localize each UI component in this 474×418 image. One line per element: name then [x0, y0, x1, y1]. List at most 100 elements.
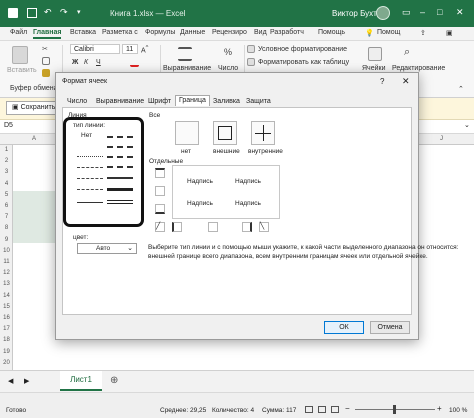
normal-view-icon[interactable]: [305, 406, 313, 413]
row-header[interactable]: 14: [0, 293, 13, 299]
border-bottom-button[interactable]: [155, 204, 165, 214]
border-top-button[interactable]: [155, 168, 165, 178]
paste-button[interactable]: Вставить: [7, 67, 37, 74]
column-header[interactable]: J: [440, 136, 443, 142]
save-icon[interactable]: [27, 8, 37, 18]
tab-insert[interactable]: Вставка: [70, 29, 96, 36]
number-format-icon[interactable]: %: [224, 47, 238, 61]
row-header[interactable]: 19: [0, 349, 13, 355]
row-header[interactable]: 11: [0, 259, 13, 265]
underline-button[interactable]: Ч: [96, 59, 101, 66]
format-as-table-button[interactable]: Форматировать как таблицу: [258, 59, 349, 66]
row-header[interactable]: 12: [0, 270, 13, 276]
tab-data[interactable]: Данные: [180, 29, 205, 36]
preset-outline-button[interactable]: [213, 121, 237, 145]
ok-button[interactable]: ОК: [324, 321, 364, 334]
next-sheet-icon[interactable]: ▶: [24, 377, 29, 385]
cut-icon[interactable]: ✂: [42, 45, 50, 53]
page-break-view-icon[interactable]: [331, 406, 339, 413]
preset-none-button[interactable]: [175, 121, 199, 145]
collapse-ribbon-icon[interactable]: ⌃: [458, 85, 464, 93]
row-header[interactable]: 20: [0, 360, 13, 366]
bold-button[interactable]: Ж: [72, 59, 78, 66]
sheet-tab[interactable]: Лист1: [60, 371, 102, 391]
cells-icon[interactable]: [368, 47, 382, 61]
maximize-icon[interactable]: □: [437, 7, 442, 17]
preset-inside-button[interactable]: [251, 121, 275, 145]
page-layout-view-icon[interactable]: [318, 406, 326, 413]
ribbon-display-icon[interactable]: ▭: [402, 7, 411, 18]
font-size-select[interactable]: 11: [122, 44, 138, 54]
zoom-in-icon[interactable]: +: [437, 404, 442, 413]
border-inside-horizontal-button[interactable]: [155, 186, 165, 196]
border-inside-vertical-button[interactable]: [208, 222, 218, 232]
row-header[interactable]: 7: [0, 214, 13, 220]
tab-home[interactable]: Главная: [33, 29, 62, 39]
italic-button[interactable]: К: [84, 59, 88, 66]
search-icon[interactable]: ⌕: [404, 46, 418, 60]
paste-icon[interactable]: [12, 46, 28, 64]
alignment-icon[interactable]: [178, 47, 192, 61]
undo-icon[interactable]: ↶: [44, 7, 54, 17]
editing-button[interactable]: Редактирование: [392, 65, 445, 72]
tab-alignment[interactable]: Выравнивание: [96, 98, 144, 105]
tab-fill[interactable]: Заливка: [213, 98, 240, 105]
tab-number[interactable]: Число: [67, 98, 87, 105]
copy-icon[interactable]: [42, 57, 50, 65]
share-icon[interactable]: ⇪: [420, 29, 426, 37]
tab-help-search[interactable]: Помощ: [377, 29, 400, 36]
border-left-button[interactable]: [172, 222, 182, 232]
border-diagonal-up-button[interactable]: ╱: [155, 222, 165, 232]
tab-help[interactable]: Помощь: [318, 29, 345, 36]
name-box[interactable]: D5: [4, 122, 13, 129]
quick-access-menu-icon[interactable]: ▾: [77, 8, 87, 18]
tab-border[interactable]: Граница: [175, 95, 210, 106]
zoom-out-icon[interactable]: −: [345, 404, 350, 413]
row-header[interactable]: 15: [0, 304, 13, 310]
border-right-button[interactable]: [242, 222, 252, 232]
comments-icon[interactable]: ▣: [446, 29, 453, 37]
minimize-icon[interactable]: –: [420, 7, 425, 17]
border-preview[interactable]: Надпись Надпись Надпись Надпись: [172, 165, 280, 219]
row-header[interactable]: 9: [0, 237, 13, 243]
column-header[interactable]: A: [32, 136, 36, 142]
row-header[interactable]: 13: [0, 281, 13, 287]
cancel-button[interactable]: Отмена: [370, 321, 410, 334]
row-header[interactable]: 18: [0, 337, 13, 343]
avatar[interactable]: [376, 6, 390, 20]
tab-font[interactable]: Шрифт: [148, 98, 171, 105]
line-color-select[interactable]: Авто ⌄: [77, 243, 137, 254]
font-name-select[interactable]: Calibri: [70, 44, 120, 54]
number-button[interactable]: Число: [218, 65, 238, 72]
row-header[interactable]: 5: [0, 192, 13, 198]
cells-button[interactable]: Ячейки: [362, 65, 385, 72]
border-diagonal-down-button[interactable]: ╲: [259, 222, 269, 232]
row-header[interactable]: 17: [0, 326, 13, 332]
row-header[interactable]: 4: [0, 181, 13, 187]
conditional-formatting-button[interactable]: Условное форматирование: [258, 46, 347, 53]
tab-protection[interactable]: Защита: [246, 98, 271, 105]
save-notification-button[interactable]: ▣ Сохранить: [6, 101, 62, 115]
tab-view[interactable]: Вид: [254, 29, 267, 36]
row-header[interactable]: 6: [0, 203, 13, 209]
tab-file[interactable]: Файл: [10, 29, 27, 36]
row-header[interactable]: 3: [0, 169, 13, 175]
tab-formulas[interactable]: Формулы: [145, 29, 175, 36]
prev-sheet-icon[interactable]: ◀: [8, 377, 13, 385]
close-window-icon[interactable]: ✕: [456, 7, 464, 18]
tab-developer[interactable]: Разработч: [270, 29, 304, 36]
dialog-close-button[interactable]: ✕: [402, 76, 410, 87]
format-painter-icon[interactable]: [42, 69, 50, 77]
font-color-icon[interactable]: [130, 58, 139, 67]
row-header[interactable]: 8: [0, 225, 13, 231]
lightbulb-icon[interactable]: 💡: [365, 29, 374, 37]
tab-page-layout[interactable]: Разметка с: [102, 29, 138, 36]
zoom-level[interactable]: 100 %: [449, 407, 467, 414]
increase-font-icon[interactable]: A^: [141, 45, 148, 54]
formula-expand-icon[interactable]: ⌄: [464, 121, 470, 129]
alignment-button[interactable]: Выравнивание: [163, 65, 211, 72]
dialog-help-button[interactable]: ?: [380, 77, 384, 86]
row-header[interactable]: 10: [0, 248, 13, 254]
redo-icon[interactable]: ↷: [60, 7, 70, 17]
zoom-slider-thumb[interactable]: [393, 405, 396, 414]
